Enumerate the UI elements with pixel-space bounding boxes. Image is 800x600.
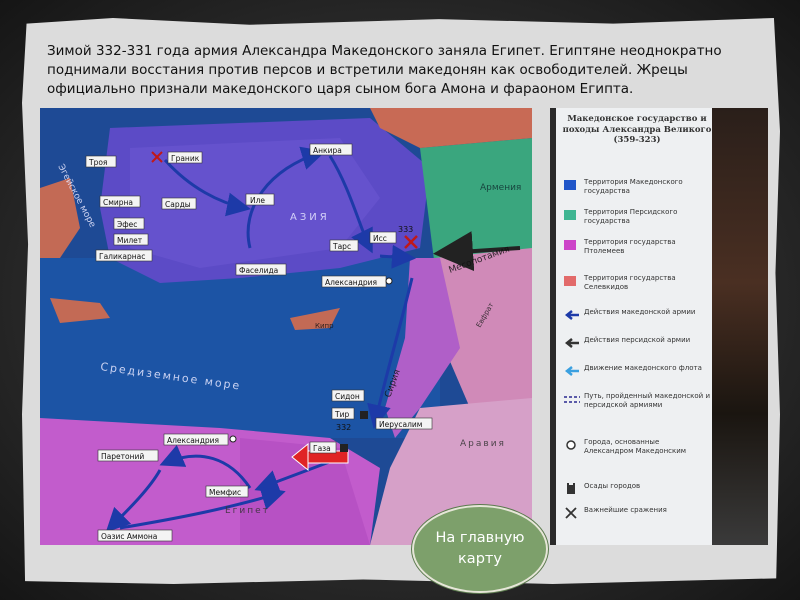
- slide-caption: Зимой 332-331 года армия Александра Маке…: [47, 43, 722, 97]
- city-label-ils: Иле: [245, 193, 275, 206]
- legend-item-mac-army: Действия македонской армии: [564, 308, 714, 338]
- legend-item-macedonian: Территория Македонского государства: [564, 178, 714, 208]
- svg-text:Граник: Граник: [171, 154, 200, 163]
- city-label-issus: Исс: [369, 231, 397, 244]
- city-label-tyre: Тир: [331, 407, 355, 420]
- city-dot-icon: [385, 277, 393, 285]
- region-armenia: Армения: [480, 183, 521, 193]
- city-label-ankyra: Анкира: [309, 143, 353, 156]
- svg-text:Сидон: Сидон: [335, 392, 360, 401]
- svg-text:Эфес: Эфес: [117, 220, 137, 229]
- legend-label: Движение македонского флота: [584, 364, 702, 372]
- svg-text:Мемфис: Мемфис: [209, 488, 241, 497]
- svg-text:Смирна: Смирна: [103, 198, 133, 207]
- svg-text:Исс: Исс: [373, 234, 387, 243]
- city-label-troy: Троя: [85, 155, 117, 168]
- blue-arrow-icon: [564, 310, 579, 320]
- svg-text:Тарс: Тарс: [332, 242, 351, 251]
- legend-title: Македонское государство и походы Алексан…: [562, 114, 712, 145]
- swatch-macedonian: [564, 180, 576, 190]
- legend-item-battles: Важнейшие сражения: [564, 506, 714, 536]
- map-legend: Македонское государство и походы Алексан…: [550, 108, 718, 545]
- svg-text:Троя: Троя: [88, 158, 107, 167]
- svg-text:Анкира: Анкира: [313, 146, 342, 155]
- map-svg: Эгейское море Средиземное море АЗИЯ Арме…: [40, 108, 532, 545]
- svg-text:Оазис Аммона: Оазис Аммона: [101, 532, 157, 541]
- legend-label: Осады городов: [584, 482, 641, 490]
- region-egypt: Египет: [225, 506, 270, 516]
- svg-text:Александрия: Александрия: [325, 278, 377, 287]
- siege-icon: [340, 444, 348, 452]
- legend-label: Территория государства Селевкидов: [584, 274, 676, 291]
- svg-text:Александрия: Александрия: [167, 436, 219, 445]
- legend-label: Города, основанные Александром Македонск…: [584, 438, 687, 455]
- historical-map: Эгейское море Средиземное море АЗИЯ Арме…: [40, 108, 532, 545]
- legend-label: Территория государства Птолемеев: [584, 238, 676, 255]
- svg-text:Газа: Газа: [313, 444, 331, 453]
- city-label-gaza: Газа: [309, 441, 337, 454]
- city-label-phaselis: Фаселида: [235, 263, 287, 276]
- svg-text:Галикарнас: Галикарнас: [99, 252, 145, 261]
- city-label-paraetonium: Паретоний: [97, 449, 159, 462]
- city-label-halicarnassus: Галикарнас: [95, 249, 153, 262]
- legend-item-ptolemies: Территория государства Птолемеев: [564, 238, 714, 268]
- svg-text:Иерусалим: Иерусалим: [379, 420, 422, 429]
- legend-item-fleet: Движение македонского флота: [564, 364, 714, 394]
- legend-item-persian: Территория Персидского государства: [564, 208, 714, 238]
- fleet-arrow-icon: [564, 366, 579, 376]
- city-label-ephesus: Эфес: [113, 217, 145, 230]
- svg-text:Иле: Иле: [250, 196, 265, 205]
- city-label-miletus: Милет: [113, 233, 149, 246]
- swatch-persian: [564, 210, 576, 220]
- crossed-swords-icon: [565, 507, 577, 519]
- city-dot-icon: [229, 435, 237, 443]
- city-label-sidon: Сидон: [331, 389, 365, 402]
- city-label-memphis: Мемфис: [205, 485, 249, 498]
- dark-arrow-icon: [564, 338, 579, 348]
- city-label-alexandria-egypt: Александрия: [163, 433, 229, 446]
- legend-label: Территория Македонского государства: [584, 178, 683, 195]
- svg-text:Паретоний: Паретоний: [101, 452, 144, 461]
- swatch-seleucids: [564, 276, 576, 286]
- swatch-ptolemies: [564, 240, 576, 250]
- city-label-sardis: Сарды: [161, 197, 197, 210]
- svg-text:Милет: Милет: [117, 236, 143, 245]
- legend-item-seleucids: Территория государства Селевкидов: [564, 274, 714, 304]
- battle-year-issus: 333: [398, 225, 413, 234]
- legend-label: Важнейшие сражения: [584, 506, 667, 514]
- svg-text:Сарды: Сарды: [165, 200, 191, 209]
- decorative-photo-strip: [712, 108, 768, 545]
- city-dot-icon: [566, 440, 576, 450]
- region-cyprus: Кипр: [315, 322, 334, 330]
- region-asia: АЗИЯ: [290, 212, 330, 223]
- legend-item-path: Путь, пройденный македонской и персидско…: [564, 392, 714, 432]
- city-label-jerusalem: Иерусалим: [375, 417, 433, 430]
- legend-label: Путь, пройденный македонской и персидско…: [584, 392, 710, 409]
- home-map-button-label: На главную карту: [435, 530, 525, 567]
- legend-label: Действия македонской армии: [584, 308, 696, 316]
- region-arabia: Аравия: [460, 439, 506, 449]
- city-label-tarsus: Тарс: [329, 239, 359, 252]
- city-label-siwa: Оазис Аммона: [97, 529, 173, 542]
- siege-icon: [360, 411, 368, 419]
- city-label-alexandria-issus: Александрия: [321, 275, 387, 288]
- battle-year-tyre: 332: [336, 423, 351, 432]
- siege-icon: [567, 483, 575, 494]
- legend-label: Территория Персидского государства: [584, 208, 678, 225]
- svg-text:Фаселида: Фаселида: [239, 266, 278, 275]
- city-label-granicus: Граник: [167, 151, 203, 164]
- city-label-smyrna: Смирна: [99, 195, 141, 208]
- legend-item-pers-army: Действия персидской армии: [564, 336, 714, 366]
- legend-label: Действия персидской армии: [584, 336, 691, 344]
- dashed-path-icon: [564, 396, 580, 403]
- svg-text:Тир: Тир: [334, 410, 349, 419]
- home-map-button[interactable]: На главную карту: [412, 505, 548, 593]
- legend-item-cities: Города, основанные Александром Македонск…: [564, 438, 714, 472]
